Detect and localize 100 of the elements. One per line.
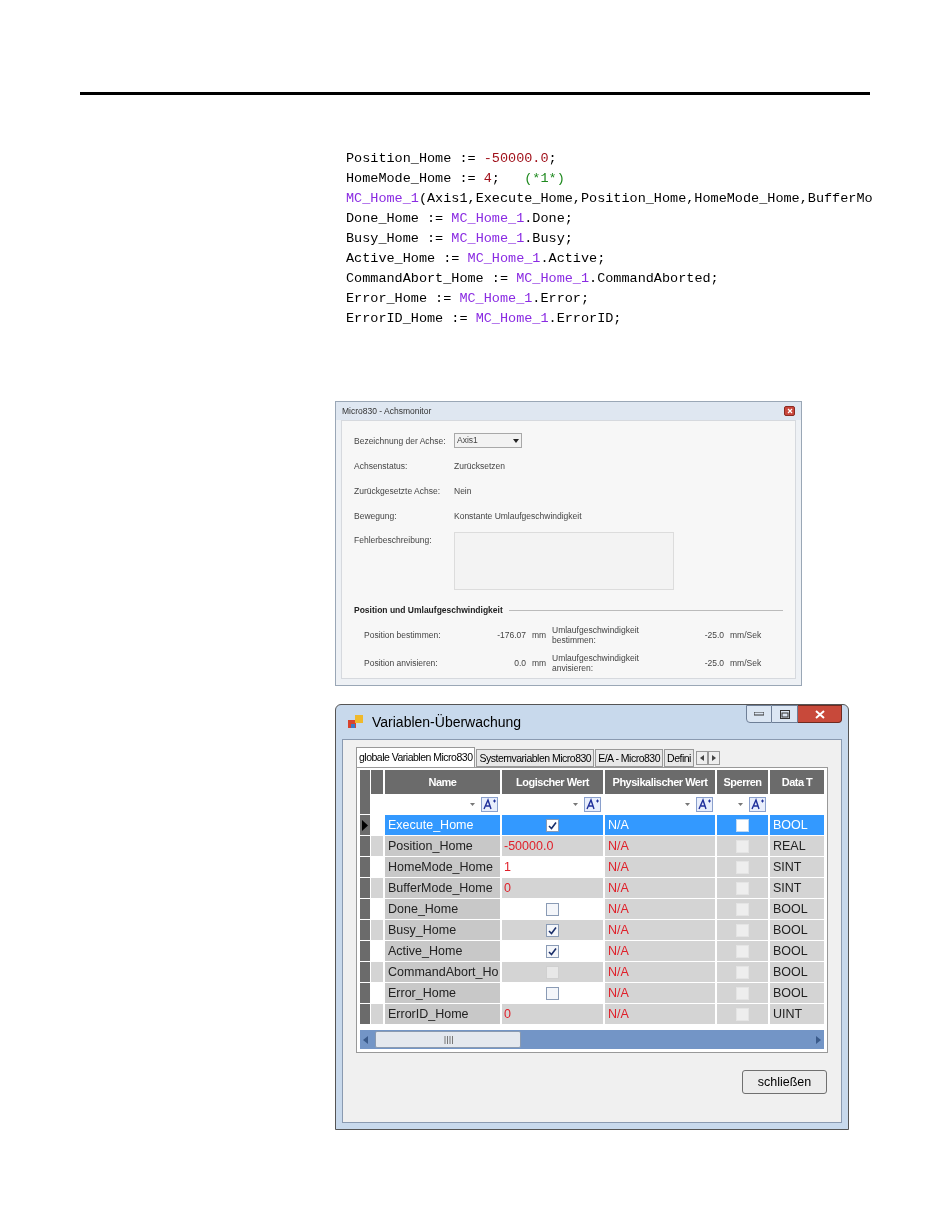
- row-header-cell[interactable]: [360, 899, 371, 919]
- field-label: Bewegung:: [354, 509, 398, 523]
- window-title: Variablen-Überwachung: [372, 712, 522, 732]
- row-header-cell[interactable]: [360, 920, 371, 940]
- code-token: CommandAbort_Home :=: [346, 270, 510, 288]
- close-button[interactable]: [784, 406, 795, 416]
- current-row-arrow-icon: [361, 819, 368, 831]
- left-arrow-icon: [363, 1035, 368, 1044]
- checkbox[interactable]: [546, 986, 559, 1000]
- column-header[interactable]: Logischer Wert: [502, 770, 603, 794]
- code-token: MC_Home_1: [459, 290, 533, 308]
- table-cell: UINT: [770, 1004, 824, 1024]
- row-header-cell[interactable]: [360, 836, 371, 856]
- close-icon: [814, 709, 825, 719]
- code-token: ;: [548, 150, 557, 168]
- table-cell: N/A: [605, 878, 715, 898]
- column-header[interactable]: Physikalischer Wert: [605, 770, 715, 794]
- lock-checkbox[interactable]: [736, 881, 749, 895]
- code-token: Done_Home :=: [346, 210, 445, 228]
- tab[interactable]: globale Variablen Micro830: [356, 747, 476, 767]
- table-row[interactable]: Position_Home -50000.0 N/A REAL: [360, 835, 824, 856]
- code-token: MC_Home_1: [451, 230, 525, 248]
- lock-checkbox[interactable]: [736, 1007, 749, 1021]
- column-header[interactable]: Name: [385, 770, 500, 794]
- code-token: (Axis1,Execute_Home,Position_Home,HomeMode_Home,BufferMo: [418, 190, 873, 208]
- filter-caret-icon[interactable]: [470, 802, 475, 806]
- field-label: Fehlerbeschreibung:: [354, 534, 433, 547]
- table-cell: Done_Home: [385, 899, 500, 919]
- scrollbar-thumb[interactable]: [375, 1031, 521, 1048]
- filter-icon[interactable]: [749, 796, 766, 812]
- caret-icon: [513, 438, 519, 443]
- filter-caret-icon[interactable]: [738, 802, 743, 806]
- table-cell: -50000.0: [502, 836, 603, 856]
- checkbox[interactable]: [546, 818, 559, 832]
- tab[interactable]: E/A - Micro830: [595, 749, 664, 767]
- lock-checkbox[interactable]: [736, 818, 749, 832]
- table-row[interactable]: Error_Home N/A BOOL: [360, 982, 824, 1003]
- code-token: MC_Home_1: [451, 210, 525, 228]
- maximize-button[interactable]: [772, 705, 798, 723]
- lock-checkbox[interactable]: [736, 944, 749, 958]
- code-token: MC_Home_1: [467, 250, 541, 268]
- table-row[interactable]: Active_Home N/A BOOL: [360, 940, 824, 961]
- row-header-cell[interactable]: [360, 983, 371, 1003]
- reading-value: 0.0: [513, 656, 526, 670]
- row-header-cell[interactable]: [360, 962, 371, 982]
- filter-icon[interactable]: [696, 796, 713, 812]
- close-dialog-button[interactable]: schließen: [742, 1070, 827, 1094]
- table-cell: N/A: [605, 1004, 715, 1024]
- horizontal-scrollbar[interactable]: [360, 1030, 824, 1049]
- table-cell: BOOL: [770, 815, 824, 835]
- field-label: Zurückgesetzte Achse:: [354, 484, 441, 498]
- reading-label: Umlaufgeschwindigkeit anvisieren:: [552, 653, 640, 673]
- column-header[interactable]: Sperren: [717, 770, 768, 794]
- filter-icon[interactable]: [584, 796, 601, 812]
- row-header-cell[interactable]: [360, 941, 371, 961]
- row-header-cell[interactable]: [360, 815, 371, 835]
- code-token: 4: [483, 170, 492, 188]
- lock-checkbox[interactable]: [736, 860, 749, 874]
- column-header[interactable]: Data T: [770, 770, 824, 794]
- lock-checkbox[interactable]: [736, 902, 749, 916]
- table-row[interactable]: HomeMode_Home 1 N/A SINT: [360, 856, 824, 877]
- table-row[interactable]: ErrorID_Home 0 N/A UINT: [360, 1003, 824, 1024]
- filter-icon[interactable]: [481, 796, 498, 812]
- reading-label: Umlaufgeschwindigkeit bestimmen:: [552, 625, 640, 645]
- table-row[interactable]: CommandAbort_Ho N/A BOOL: [360, 961, 824, 982]
- code-token: .Active;: [540, 250, 606, 268]
- code-token: (*1*): [524, 170, 565, 188]
- axis-dropdown[interactable]: Axis1: [454, 433, 522, 448]
- tab[interactable]: Systemvariablen Micro830: [476, 749, 595, 767]
- tab-scroll-left-button[interactable]: [695, 751, 708, 765]
- code-token: .Error;: [532, 290, 590, 308]
- row-header-cell[interactable]: [360, 857, 371, 877]
- table-cell: Busy_Home: [385, 920, 500, 940]
- table-cell: BOOL: [770, 941, 824, 961]
- lock-checkbox[interactable]: [736, 965, 749, 979]
- row-header-cell[interactable]: [360, 1004, 371, 1024]
- checkbox[interactable]: [546, 902, 559, 916]
- code-token: Active_Home :=: [346, 250, 461, 268]
- code-token: Error_Home :=: [346, 290, 453, 308]
- row-header-cell: [360, 770, 371, 794]
- checkbox[interactable]: [546, 944, 559, 958]
- table-cell: N/A: [605, 983, 715, 1003]
- table-row[interactable]: Busy_Home N/A BOOL: [360, 919, 824, 940]
- lock-checkbox[interactable]: [736, 839, 749, 853]
- checkbox[interactable]: [546, 923, 559, 937]
- code-token: .Busy;: [524, 230, 573, 248]
- filter-caret-icon[interactable]: [685, 802, 690, 806]
- table-cell: N/A: [605, 836, 715, 856]
- tab[interactable]: Defini: [664, 749, 694, 767]
- row-header-cell[interactable]: [360, 878, 371, 898]
- table-cell: N/A: [605, 920, 715, 940]
- table-row[interactable]: Done_Home N/A BOOL: [360, 898, 824, 919]
- table-row[interactable]: BufferMode_Home 0 N/A SINT: [360, 877, 824, 898]
- filter-caret-icon[interactable]: [573, 802, 578, 806]
- close-button[interactable]: [798, 705, 842, 723]
- lock-checkbox[interactable]: [736, 986, 749, 1000]
- lock-checkbox[interactable]: [736, 923, 749, 937]
- checkmark-icon: [548, 946, 557, 956]
- table-cell: Execute_Home: [385, 815, 500, 835]
- table-cell: Active_Home: [385, 941, 500, 961]
